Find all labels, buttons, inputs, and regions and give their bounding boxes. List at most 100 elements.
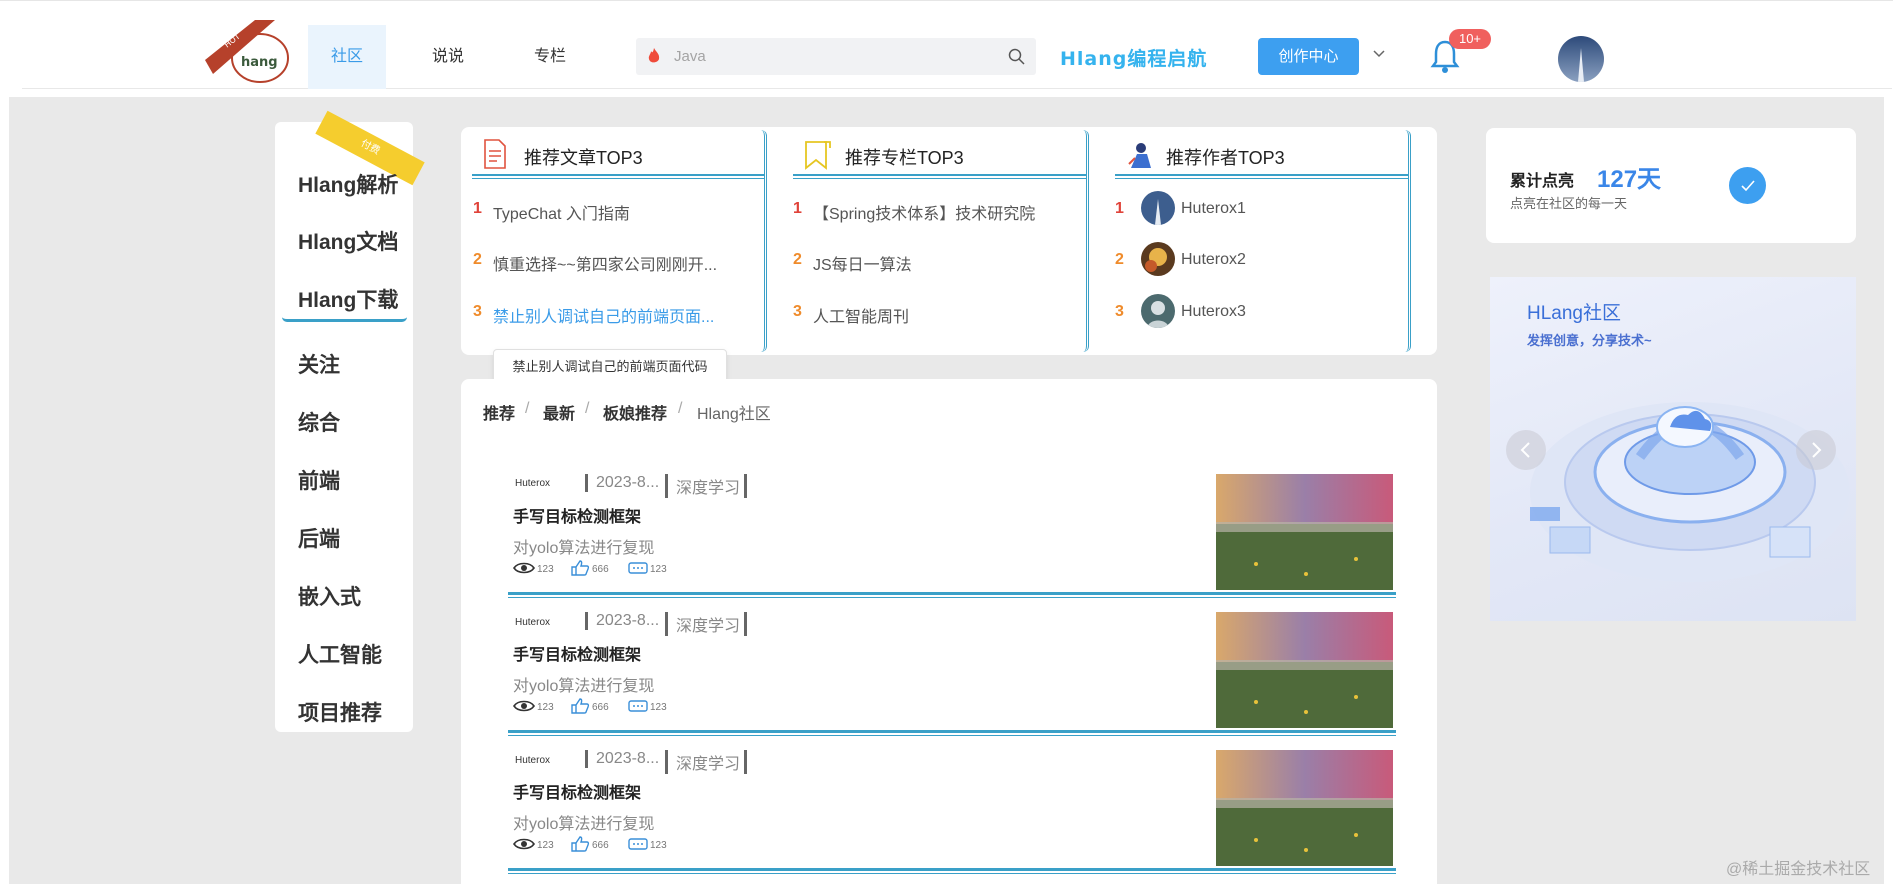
carousel-prev-button[interactable]: [1506, 430, 1546, 470]
article-divider: [508, 730, 1396, 736]
article-thumbnail[interactable]: [1216, 750, 1393, 866]
view-count: 123: [513, 699, 554, 716]
comment-count-value: 123: [650, 564, 667, 575]
top-author-link[interactable]: Huterox1: [1181, 200, 1246, 218]
like-count-value: 666: [592, 840, 609, 851]
site-logo[interactable]: hang HOT: [205, 18, 293, 84]
article-desc: 对yolo算法进行复现: [513, 678, 655, 695]
article-tag[interactable]: 深度学习: [665, 750, 748, 774]
comment-icon[interactable]: [628, 562, 648, 577]
article-desc: 对yolo算法进行复现: [513, 540, 655, 557]
sidebar-active-underline: [282, 317, 407, 322]
like-count[interactable]: 666: [570, 836, 609, 855]
top-article-link[interactable]: 慎重选择~~第四家公司刚刚开...: [493, 251, 717, 275]
tab-talk[interactable]: 说说: [420, 25, 476, 89]
sidebar-item-embedded[interactable]: 嵌入式: [298, 581, 361, 611]
article-author[interactable]: Huterox: [515, 478, 550, 489]
rank-number: 2: [1115, 251, 1124, 268]
breadcrumb-latest[interactable]: 最新: [543, 400, 575, 424]
thumbs-up-icon[interactable]: [570, 836, 590, 855]
top-author-link[interactable]: Huterox3: [1181, 303, 1246, 321]
view-count-value: 123: [537, 702, 554, 713]
tab-column[interactable]: 专栏: [522, 25, 578, 89]
sidebar-item-ai[interactable]: 人工智能: [298, 639, 382, 669]
banner-subtitle: 发挥创意，分享技术~: [1527, 333, 1652, 348]
article-tag[interactable]: 深度学习: [665, 474, 748, 498]
article-divider: [508, 868, 1396, 874]
top3-columns-title: 推荐专栏TOP3: [845, 148, 964, 168]
rank-number: 2: [793, 251, 802, 268]
watermark: @稀土掘金技术社区: [1726, 861, 1871, 878]
article-author[interactable]: Huterox: [515, 755, 550, 766]
breadcrumb-separator: /: [678, 400, 683, 417]
fire-icon: [646, 47, 662, 70]
author-avatar[interactable]: [1141, 191, 1175, 225]
article-thumbnail[interactable]: [1216, 612, 1393, 728]
notification-badge: 10+: [1449, 29, 1491, 49]
sidebar-item-hlang-download[interactable]: Hlang下载: [298, 284, 398, 314]
author-avatar[interactable]: [1141, 242, 1175, 276]
brand-slogan[interactable]: Hlang编程启航: [1060, 44, 1207, 71]
document-icon: [482, 138, 508, 175]
article-tag[interactable]: 深度学习: [665, 612, 748, 636]
rank-number: 2: [473, 251, 482, 268]
sidebar-item-hlang-parse[interactable]: Hlang解析: [298, 169, 398, 199]
check-icon: [1741, 180, 1755, 192]
chevron-left-icon: [1520, 442, 1530, 458]
article-title[interactable]: 手写目标检测框架: [513, 779, 641, 803]
article-thumbnail[interactable]: [1216, 474, 1393, 590]
comment-count[interactable]: 123: [628, 838, 667, 853]
tab-community[interactable]: 社区: [308, 25, 386, 89]
comment-count-value: 123: [650, 702, 667, 713]
eye-icon: [513, 837, 535, 854]
checkin-days: 127天: [1597, 166, 1662, 193]
top-column-link[interactable]: JS每日一算法: [813, 251, 912, 275]
sidebar-item-follow[interactable]: 关注: [298, 349, 340, 379]
search-input[interactable]: [674, 38, 994, 75]
top3-articles-border: [761, 130, 767, 352]
checkin-subtitle: 点亮在社区的每一天: [1510, 196, 1628, 211]
comment-icon[interactable]: [628, 700, 648, 715]
like-count[interactable]: 666: [570, 698, 609, 717]
chevron-down-icon[interactable]: [1372, 46, 1386, 64]
breadcrumb-pick[interactable]: 板娘推荐: [603, 400, 667, 424]
top-article-link[interactable]: 禁止别人调试自己的前端页面...: [493, 303, 714, 327]
creation-center-button[interactable]: 创作中心: [1258, 38, 1359, 75]
rank-number: 3: [1115, 303, 1124, 320]
article-divider: [508, 592, 1396, 598]
top-article-link[interactable]: TypeChat 入门指南: [493, 200, 630, 224]
article-title[interactable]: 手写目标检测框架: [513, 641, 641, 665]
thumbs-up-icon[interactable]: [570, 698, 590, 717]
article-date: 2023-8...: [585, 612, 659, 630]
rank-number: 1: [473, 200, 482, 217]
breadcrumb-separator: /: [585, 400, 590, 417]
top-column-link[interactable]: 【Spring技术体系】技术研究院: [813, 200, 1035, 224]
author-avatar[interactable]: [1141, 294, 1175, 328]
like-count[interactable]: 666: [570, 560, 609, 579]
author-icon: [1125, 140, 1153, 175]
article-desc: 对yolo算法进行复现: [513, 816, 655, 833]
comment-count[interactable]: 123: [628, 562, 667, 577]
breadcrumb-recommend[interactable]: 推荐: [483, 400, 515, 424]
search-icon[interactable]: [1008, 48, 1025, 70]
comment-icon[interactable]: [628, 838, 648, 853]
top-author-link[interactable]: Huterox2: [1181, 251, 1246, 269]
checkin-button[interactable]: [1729, 167, 1766, 204]
article-date: 2023-8...: [585, 474, 659, 492]
eye-icon: [513, 561, 535, 578]
search-box: [636, 38, 1036, 75]
sidebar-item-general[interactable]: 综合: [298, 407, 340, 437]
sidebar-item-projects[interactable]: 项目推荐: [298, 697, 382, 727]
sidebar-item-backend[interactable]: 后端: [298, 523, 340, 553]
comment-count[interactable]: 123: [628, 700, 667, 715]
thumbs-up-icon[interactable]: [570, 560, 590, 579]
sidebar-item-hlang-docs[interactable]: Hlang文档: [298, 226, 398, 256]
article-author[interactable]: Huterox: [515, 617, 550, 628]
carousel-next-button[interactable]: [1796, 430, 1836, 470]
top3-columns-border: [1083, 130, 1089, 352]
checkin-title: 累计点亮: [1510, 173, 1575, 190]
sidebar-item-frontend[interactable]: 前端: [298, 465, 340, 495]
user-avatar[interactable]: [1558, 36, 1604, 82]
top-column-link[interactable]: 人工智能周刊: [813, 303, 909, 327]
article-title[interactable]: 手写目标检测框架: [513, 503, 641, 527]
